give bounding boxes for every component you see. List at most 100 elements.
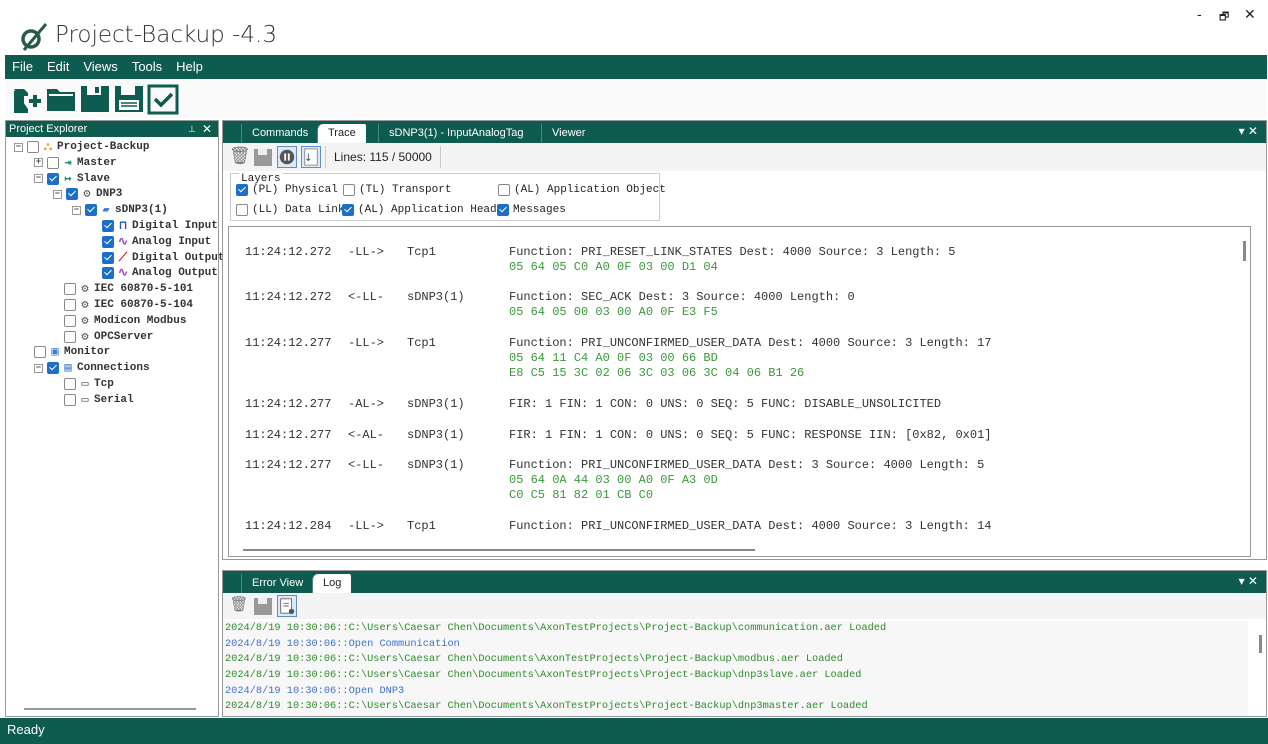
trace-dev: sDNP3(1) <box>407 397 465 411</box>
menu-bar: File Edit Views Tools Help <box>5 55 1267 79</box>
tree-checkbox[interactable] <box>64 330 76 343</box>
tree-node[interactable]: − ▤ Connections <box>34 360 150 376</box>
save-as-icon[interactable] <box>113 83 145 115</box>
tree-checkbox[interactable] <box>66 188 78 201</box>
tree-node[interactable]: + ⇥ Master <box>34 155 117 171</box>
tree-node[interactable]: ▣ Monitor <box>34 344 110 360</box>
collapse-icon[interactable]: − <box>72 205 81 215</box>
tree-checkbox[interactable] <box>85 204 97 217</box>
trace-hex: 05 64 11 C4 A0 0F 03 00 66 BD <box>509 351 718 365</box>
expand-icon[interactable]: + <box>34 158 43 168</box>
autoscroll-icon[interactable] <box>301 146 321 168</box>
layer-checkbox[interactable]: (AL) Application Object <box>498 184 666 196</box>
pane-menu-close-icon[interactable]: ▾ ✕ <box>1239 574 1258 588</box>
layer-checkbox[interactable]: (LL) Data Link <box>236 204 344 216</box>
tree-node[interactable]: ▭ Tcp <box>64 376 114 392</box>
pane-menu-close-icon[interactable]: ▾ ✕ <box>1239 124 1258 138</box>
trace-hex: 05 64 05 00 03 00 A0 0F E3 F5 <box>509 305 718 319</box>
tree-checkbox[interactable] <box>102 235 114 248</box>
horizontal-scrollbar[interactable] <box>243 549 755 551</box>
tree-checkbox[interactable] <box>47 172 59 185</box>
delete-icon[interactable]: 🗑 <box>229 146 251 168</box>
tree-node-label: Tcp <box>94 378 114 390</box>
tree-node[interactable]: − ▰ sDNP3(1) <box>72 202 168 218</box>
slave-icon: ↦ <box>64 171 72 186</box>
vertical-scrollbar[interactable] <box>1243 241 1246 261</box>
close-button[interactable]: ✕ <box>1244 6 1256 23</box>
layer-checkbox[interactable]: (PL) Physical <box>236 184 338 196</box>
restore-button[interactable]: 🗗 <box>1219 8 1229 27</box>
trace-time: 11:24:12.284 <box>245 519 332 533</box>
layer-checkbox[interactable]: (TL) Transport <box>343 184 451 196</box>
tree-node[interactable]: ∿ Analog Output <box>102 265 218 281</box>
vertical-scrollbar[interactable] <box>1259 635 1262 653</box>
tab-log[interactable]: Log <box>312 574 352 593</box>
analog-input-icon: ∿ <box>117 234 129 249</box>
tab-viewer[interactable]: Viewer <box>541 124 595 143</box>
tree-node[interactable]: − ⚙ DNP3 <box>53 186 122 202</box>
menu-tools[interactable]: Tools <box>125 55 169 79</box>
tab-input-analog-tag[interactable]: sDNP3(1) - InputAnalogTag <box>378 124 534 143</box>
layer-checkbox[interactable]: Messages <box>497 204 566 216</box>
tree-checkbox[interactable] <box>64 283 76 296</box>
checkbox[interactable] <box>498 184 510 196</box>
save-icon[interactable] <box>253 146 273 168</box>
checkbox[interactable] <box>236 184 248 196</box>
tree-checkbox[interactable] <box>47 156 59 169</box>
tree-checkbox[interactable] <box>64 299 76 311</box>
app-logo-icon <box>21 23 48 51</box>
tab-error-view[interactable]: Error View <box>241 574 313 593</box>
save-icon[interactable] <box>79 83 111 115</box>
tree-checkbox[interactable] <box>102 251 114 264</box>
tree-checkbox[interactable] <box>47 362 59 375</box>
tree-node[interactable]: ⟋ Digital Output <box>102 250 224 266</box>
tree-checkbox[interactable] <box>102 267 114 280</box>
tree-node[interactable]: ⚙ Modicon Modbus <box>64 313 186 329</box>
tab-commands[interactable]: Commands <box>241 124 318 143</box>
menu-help[interactable]: Help <box>169 55 210 79</box>
tree-node-label: Serial <box>94 393 134 406</box>
checkbox[interactable] <box>497 204 509 216</box>
tree-node[interactable]: ⚙ IEC 60870-5-104 <box>64 297 193 313</box>
tree-checkbox[interactable] <box>34 346 46 359</box>
check-icon[interactable] <box>147 83 179 115</box>
checkbox[interactable] <box>342 204 354 216</box>
tree-node[interactable]: − ↦ Slave <box>34 171 110 187</box>
checkbox[interactable] <box>343 184 355 196</box>
tree-node[interactable]: − ⛬ Project-Backup <box>14 139 149 155</box>
tree-checkbox[interactable] <box>27 141 39 153</box>
collapse-icon[interactable]: − <box>53 189 62 199</box>
log-settings-icon[interactable] <box>277 595 297 617</box>
tree-node[interactable]: ⚙ OPCServer <box>64 329 153 345</box>
trace-msg: Function: PRI_UNCONFIRMED_USER_DATA Dest… <box>509 336 992 350</box>
checkbox[interactable] <box>236 204 248 216</box>
collapse-icon[interactable]: − <box>34 174 43 184</box>
menu-file[interactable]: File <box>5 55 40 79</box>
collapse-icon[interactable]: − <box>14 142 23 152</box>
tree-checkbox[interactable] <box>64 314 76 327</box>
tree-checkbox[interactable] <box>64 393 76 406</box>
menu-edit[interactable]: Edit <box>40 55 76 79</box>
delete-icon[interactable]: 🗑 <box>229 595 249 617</box>
menu-views[interactable]: Views <box>76 55 124 79</box>
tree-checkbox[interactable] <box>64 378 76 390</box>
layer-checkbox[interactable]: (AL) Application Header <box>342 204 510 216</box>
horizontal-scrollbar[interactable] <box>24 708 196 710</box>
close-panel-icon[interactable]: ✕ <box>202 121 212 137</box>
tree-node[interactable]: ▭ Serial <box>64 392 134 408</box>
tree-node[interactable]: ⚙ IEC 60870-5-101 <box>64 281 193 297</box>
new-project-icon[interactable] <box>11 83 43 115</box>
gear-icon: ⚙ <box>81 329 89 344</box>
tree-node-label: IEC 60870-5-104 <box>94 299 194 311</box>
pin-icon[interactable]: ⊥ <box>188 121 196 137</box>
collapse-icon[interactable]: − <box>34 363 43 373</box>
tree-node[interactable]: ∿ Analog Input <box>102 234 211 250</box>
tab-trace[interactable]: Trace <box>317 124 366 143</box>
trace-dir: -LL-> <box>348 519 385 533</box>
minimize-button[interactable]: - <box>1197 6 1202 22</box>
open-folder-icon[interactable] <box>45 83 77 115</box>
save-icon[interactable] <box>253 595 273 617</box>
tree-checkbox[interactable] <box>102 220 114 232</box>
pause-icon[interactable] <box>277 146 297 168</box>
tree-node[interactable]: ⊓ Digital Input <box>102 218 218 234</box>
